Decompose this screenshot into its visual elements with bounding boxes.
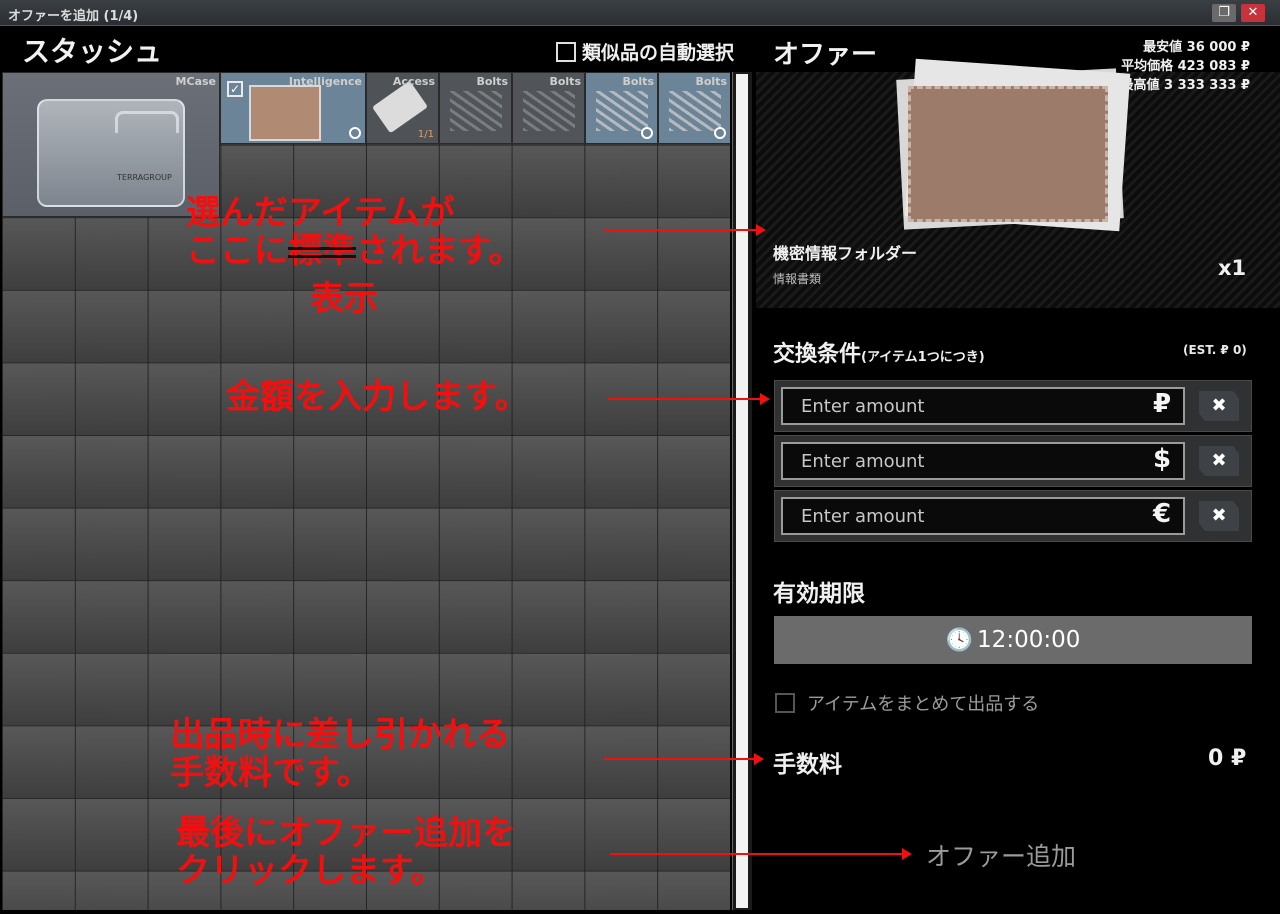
stash-item-bolts[interactable]: Bolts xyxy=(439,72,512,144)
item-label: Bolts xyxy=(695,75,727,88)
bolts-image xyxy=(450,91,502,131)
eur-amount-input[interactable] xyxy=(781,497,1185,535)
rub-amount-input[interactable] xyxy=(781,387,1185,425)
item-label: Bolts xyxy=(476,75,508,88)
item-label: Access xyxy=(392,75,435,88)
annotation-text: クリックします。 xyxy=(176,851,445,891)
annotation-text: 選んだアイテムが xyxy=(186,193,455,233)
item-label: Bolts xyxy=(549,75,581,88)
auto-select-checkbox[interactable] xyxy=(556,41,576,62)
euro-icon: € xyxy=(1153,499,1172,529)
stash-title: スタッシュ xyxy=(22,35,163,68)
annotation-struck-text: 標準 xyxy=(288,231,356,271)
close-icon[interactable]: ✕ xyxy=(1241,4,1265,22)
annotation-fee: 出品時に差し引かれる 手数料です。 xyxy=(170,716,510,792)
item-label: Intelligence xyxy=(288,75,362,88)
annotation-arrow xyxy=(604,753,764,765)
scrollbar-thumb[interactable] xyxy=(736,74,748,908)
annotation-correction: 表示 xyxy=(310,279,378,319)
stash-item-intelligence[interactable]: ✓ Intelligence xyxy=(220,72,366,144)
ruble-icon: ₽ xyxy=(1153,389,1172,419)
annotation-text: 出品時に差し引かれる xyxy=(170,715,510,755)
offer-item-category: 情報書類 xyxy=(773,272,822,286)
stash-scrollbar[interactable] xyxy=(732,72,752,910)
annotation-text: 最後にオファー追加を xyxy=(176,813,516,853)
price-min: 最安値 36 000 ₽ xyxy=(1143,40,1250,55)
annotation-text: 手数料です。 xyxy=(170,753,371,793)
fee-value: 0 ₽ xyxy=(1208,746,1247,771)
item-label: Bolts xyxy=(622,75,654,88)
folder-cover xyxy=(908,86,1108,222)
offer-item-name: 機密情報フォルダー xyxy=(773,244,918,263)
stash-item-bolts[interactable]: Bolts xyxy=(658,72,730,144)
annotation-line: ここに標準されます。 xyxy=(186,232,523,270)
annotation-text: されます。 xyxy=(356,231,523,271)
offer-title: オファー xyxy=(773,40,878,70)
bolts-image xyxy=(523,91,575,131)
annotation-add-offer: 最後にオファー追加を クリックします。 xyxy=(176,814,516,890)
annotation-text: ここに xyxy=(186,231,288,271)
bundle-checkbox[interactable] xyxy=(775,693,795,713)
case-logo: TERRAGROUP xyxy=(117,173,172,182)
bundle-label: アイテムをまとめて出品する xyxy=(807,694,1040,715)
exchange-title-text: 交換条件 xyxy=(773,342,862,367)
remove-eur-button[interactable]: ✖ xyxy=(1199,501,1239,531)
restore-icon[interactable]: ❐ xyxy=(1212,4,1236,22)
stash-item-bolts[interactable]: Bolts xyxy=(585,72,658,144)
item-count: 1/1 xyxy=(417,129,434,140)
stash-item-access[interactable]: Access 1/1 xyxy=(366,72,439,144)
dollar-icon: $ xyxy=(1153,444,1172,474)
folder-image xyxy=(249,85,321,141)
remove-usd-button[interactable]: ✖ xyxy=(1199,446,1239,476)
keycard-image xyxy=(371,80,429,134)
selected-check-icon: ✓ xyxy=(227,81,243,97)
amount-row-eur: € ✖ xyxy=(774,490,1252,542)
annotation-selected-item: 選んだアイテムが ここに標準されます。 xyxy=(186,194,523,270)
found-in-raid-icon xyxy=(714,127,726,139)
case-image: TERRAGROUP xyxy=(37,99,185,207)
fee-label: 手数料 xyxy=(773,752,842,778)
clock-icon: 🕓 xyxy=(945,627,974,653)
annotation-arrow xyxy=(610,848,912,860)
annotation-arrow xyxy=(608,393,770,405)
found-in-raid-icon xyxy=(641,127,653,139)
auto-select-toggle[interactable]: 類似品の自動選択 xyxy=(556,38,734,65)
price-summary: 最安値 36 000 ₽ 平均価格 423 083 ₽ 最高値 3 333 33… xyxy=(1121,38,1250,95)
expiry-time: 12:00:00 xyxy=(977,627,1081,653)
auto-select-label: 類似品の自動選択 xyxy=(582,42,735,64)
bolts-image xyxy=(596,91,648,131)
bundle-toggle[interactable]: アイテムをまとめて出品する xyxy=(775,690,1039,716)
price-avg: 平均価格 423 083 ₽ xyxy=(1121,59,1250,74)
bolts-image xyxy=(669,91,721,131)
offer-item-image xyxy=(896,58,1132,232)
add-offer-button[interactable]: オファー追加 xyxy=(926,837,1076,873)
amount-row-usd: $ ✖ xyxy=(774,435,1252,487)
price-max: 最高値 3 333 333 ₽ xyxy=(1120,78,1250,93)
window-title: オファーを追加 (1/4) xyxy=(8,9,139,24)
offer-item-quantity: x1 xyxy=(1218,256,1247,280)
expiry-selector[interactable]: 🕓 12:00:00 xyxy=(774,616,1252,664)
found-in-raid-icon xyxy=(349,127,361,139)
case-handle xyxy=(115,111,179,133)
expiry-title: 有効期限 xyxy=(773,581,865,607)
annotation-enter-amount: 金額を入力します。 xyxy=(226,377,529,417)
item-label: MCase xyxy=(175,75,216,88)
usd-amount-input[interactable] xyxy=(781,442,1185,480)
estimate-value: (EST. ₽ 0) xyxy=(1183,343,1247,357)
window-titlebar: オファーを追加 (1/4) ❐ ✕ xyxy=(0,0,1280,26)
stash-item-bolts[interactable]: Bolts xyxy=(512,72,585,144)
remove-rub-button[interactable]: ✖ xyxy=(1199,391,1239,421)
exchange-conditions-title: 交換条件(アイテム1つにつき) xyxy=(773,336,985,368)
amount-row-rub: ₽ ✖ xyxy=(774,380,1252,432)
annotation-arrow xyxy=(604,224,766,236)
exchange-subtitle: (アイテム1つにつき) xyxy=(861,350,985,365)
